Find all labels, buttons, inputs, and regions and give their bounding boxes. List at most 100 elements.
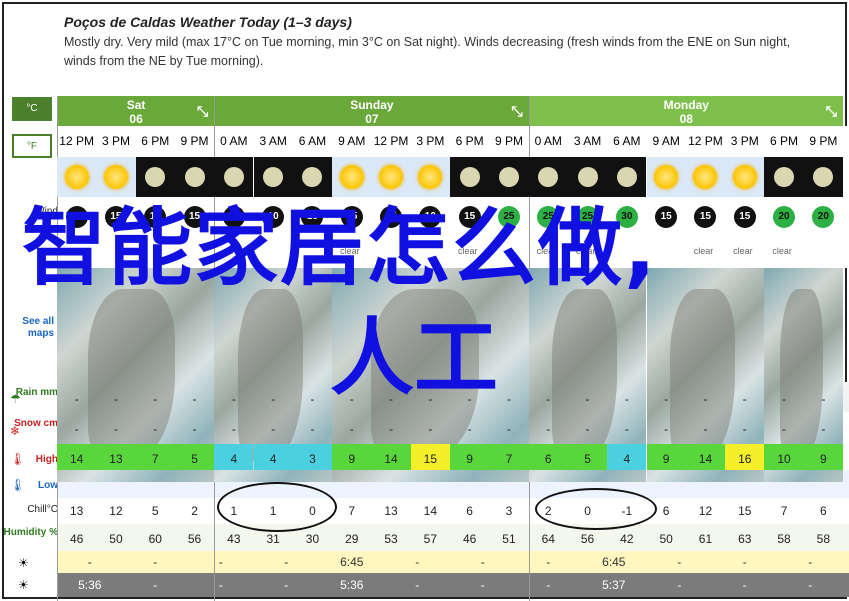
snow-cell: - <box>271 422 276 436</box>
snow-cell: - <box>389 422 394 436</box>
high-cell: 16 <box>738 452 752 466</box>
humidity-cell: 64 <box>541 532 555 546</box>
time-cell: 6 AM <box>613 134 641 148</box>
rain-cell: - <box>192 392 197 406</box>
moon-icon <box>774 167 795 187</box>
time-cell: 0 AM <box>220 134 248 148</box>
condition-label: clear <box>693 246 714 256</box>
humidity-cell: 58 <box>777 532 791 546</box>
day-name: Sat <box>126 98 146 112</box>
sunset-cell: - <box>677 578 682 592</box>
day-name: Sunday <box>350 98 394 112</box>
snow-cell: - <box>624 422 629 436</box>
humidity-cell: 50 <box>659 532 673 546</box>
sunrise-cell: 6:45 <box>602 555 626 569</box>
low-label: Low <box>38 480 58 491</box>
chill-cell: 7 <box>348 504 356 518</box>
wind-speed-badge: 15 <box>340 206 363 228</box>
time-cell: 6 AM <box>298 134 327 148</box>
moon-icon <box>184 167 205 187</box>
annotation-oval <box>217 482 337 532</box>
rain-cell: - <box>782 392 787 406</box>
sunrise-cell: - <box>284 555 289 569</box>
high-cell: 7 <box>505 452 513 466</box>
day-date: 07 <box>365 112 379 126</box>
sunrise-icon: ☀ <box>18 556 29 570</box>
rain-cell: - <box>664 392 669 406</box>
high-cell: 7 <box>151 452 159 466</box>
snow-cell: - <box>192 422 197 436</box>
time-cell: 12 PM <box>373 134 409 148</box>
snow-label: Snow cm <box>14 418 58 429</box>
sunrise-cell: - <box>677 555 682 569</box>
rain-cell: - <box>585 392 590 406</box>
expand-icon[interactable]: ⤡ <box>826 104 837 118</box>
condition-label: clear <box>733 246 753 256</box>
time-cell: 6 PM <box>141 134 170 148</box>
forecast-summary: Poços de Caldas Weather Today (1–3 days)… <box>64 14 839 71</box>
chill-cell: 7 <box>780 504 788 518</box>
high-cell: 9 <box>348 452 356 466</box>
chill-cell: 3 <box>505 504 513 518</box>
wind-speed-badge: 10 <box>262 206 285 228</box>
sunrise-cell: - <box>742 555 747 569</box>
humidity-cell: 56 <box>580 532 595 546</box>
snow-cell: - <box>506 422 511 436</box>
wind-speed-badge: 15 <box>458 206 481 228</box>
snow-cell: - <box>546 422 551 436</box>
time-cell: 6 PM <box>770 134 799 148</box>
time-cell: 6 PM <box>455 134 484 148</box>
time-cell: 3 AM <box>573 134 602 148</box>
snow-cell: - <box>349 422 354 436</box>
time-cell: 3 PM <box>101 134 130 148</box>
forecast-title: Poços de Caldas Weather Today (1–3 days) <box>64 14 352 30</box>
condition-label: clear <box>340 246 360 256</box>
chill-cell: 2 <box>191 504 198 518</box>
day-date: 06 <box>129 112 143 126</box>
rain-cell: - <box>271 392 276 406</box>
rain-cell: - <box>742 392 747 406</box>
high-cell: 4 <box>230 452 238 466</box>
wind-speed-badge: 15 <box>380 206 403 228</box>
chill-cell: 12 <box>698 504 713 518</box>
condition-label: clear <box>772 246 792 256</box>
snow-cell: - <box>467 422 472 436</box>
snow-cell: - <box>782 422 787 436</box>
sunset-cell: - <box>546 578 551 592</box>
forecast-table: Sat 06 ⤡ Sunday 07 ⤡ Monday 08 ⤡ 12 PM 3 PM 6 PM 9 P… <box>57 96 849 601</box>
fahrenheit-toggle[interactable]: °F <box>12 134 52 158</box>
sun-icon <box>654 165 679 189</box>
humidity-cell: 61 <box>698 532 713 546</box>
rain-cell: - <box>113 392 118 406</box>
condition-label: clear <box>222 246 242 256</box>
wind-speed-badge: 15 <box>104 206 127 228</box>
sunrise-cell: - <box>480 555 485 569</box>
time-cell: 0 AM <box>534 134 562 148</box>
sun-icon <box>379 165 404 189</box>
time-cell: 12 PM <box>59 134 94 148</box>
forecast-text-line2: winds from the NE by Tue morning). <box>64 54 264 68</box>
condition-label: clear <box>575 246 596 256</box>
humidity-cell: 56 <box>187 532 202 546</box>
sun-icon <box>732 165 757 189</box>
celsius-toggle[interactable]: °C <box>12 97 52 121</box>
expand-icon[interactable]: ⤡ <box>511 104 522 118</box>
day-header: Sat 06 ⤡ <box>58 96 215 126</box>
condition-label: clear <box>458 246 478 256</box>
time-cell: 3 PM <box>730 134 759 148</box>
high-cell: 4 <box>623 452 631 466</box>
expand-icon[interactable]: ⤡ <box>197 104 208 118</box>
high-cell: 5 <box>191 452 198 466</box>
forecast-text: Mostly dry. Very mild (max 17°C on Tue m… <box>64 33 839 71</box>
humidity-cell: 57 <box>423 532 438 546</box>
sunrise-cell: - <box>808 555 813 569</box>
wind-speed-badge: 25 <box>497 206 520 228</box>
sunset-icon: ☀ <box>18 578 29 592</box>
high-cell: 10 <box>777 452 791 466</box>
rain-cell: - <box>428 392 433 406</box>
snow-cell: - <box>74 422 79 436</box>
see-all-maps-link[interactable]: See all maps <box>0 316 54 340</box>
sunset-cell: - <box>218 578 223 592</box>
rain-label: Rain mm <box>15 387 58 398</box>
moon-icon <box>263 167 284 187</box>
